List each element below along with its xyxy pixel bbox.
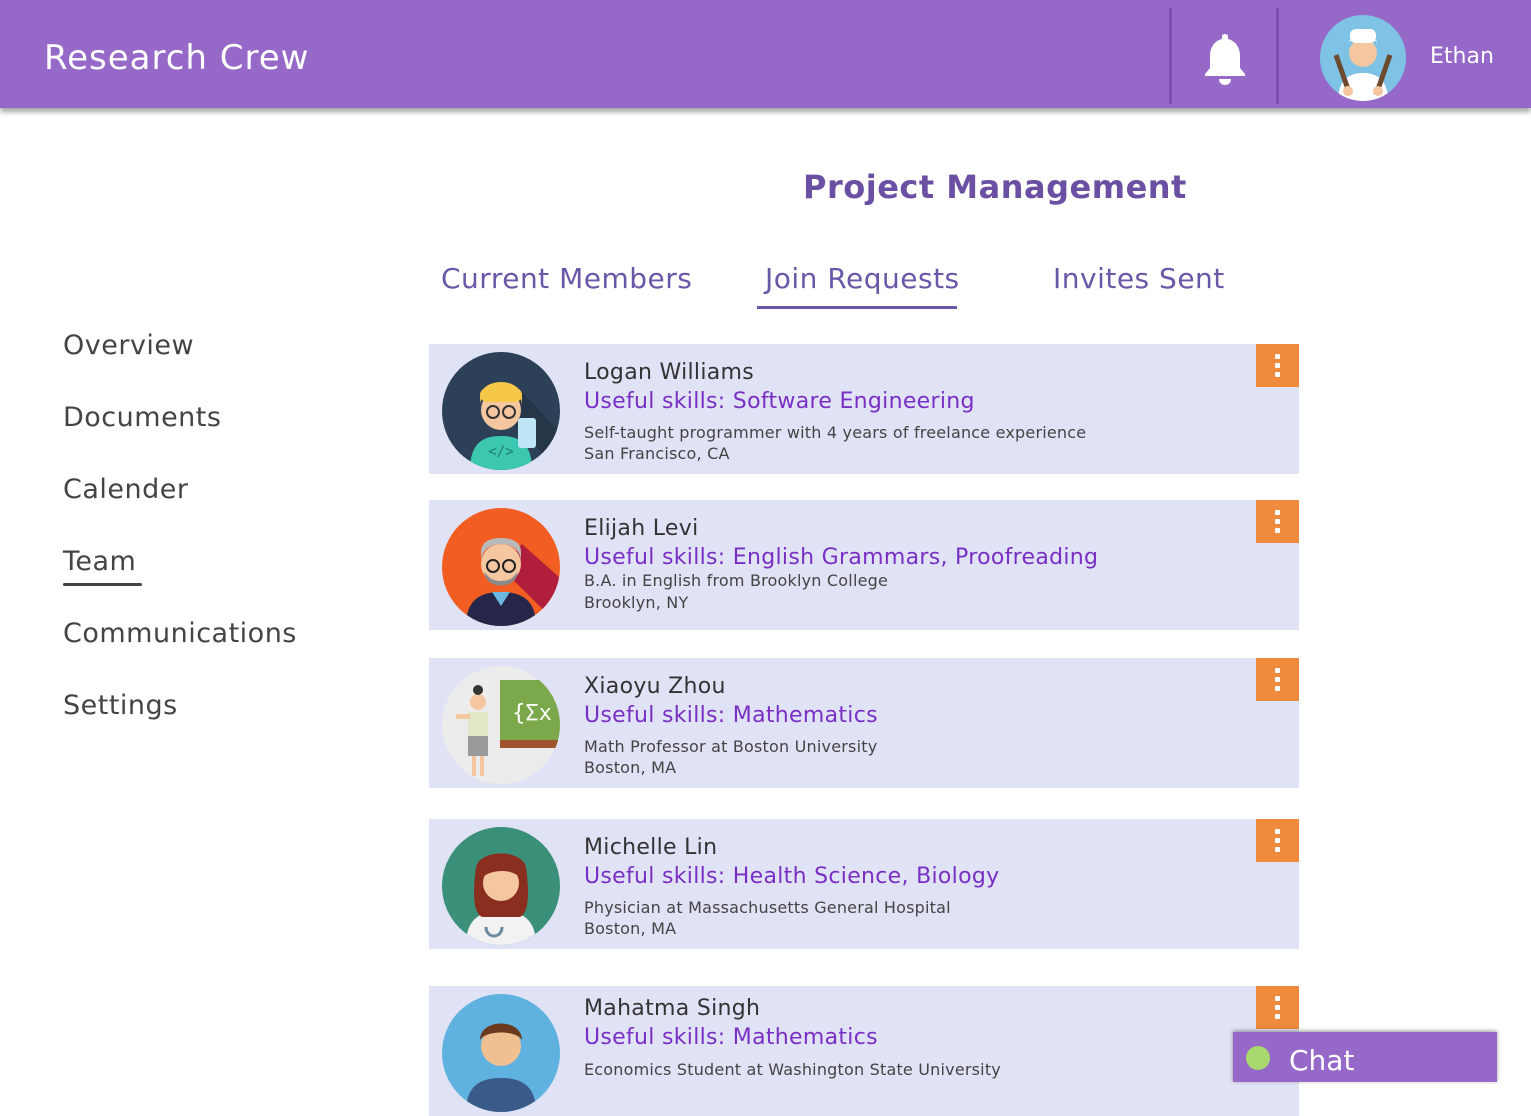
member-description: Math Professor at Boston University: [584, 737, 878, 756]
member-skills: Useful skills: Health Science, Biology: [584, 864, 1000, 889]
app-title: Research Crew: [44, 38, 310, 78]
more-vertical-icon[interactable]: [1256, 658, 1299, 701]
chat-button[interactable]: Chat: [1233, 1032, 1497, 1082]
svg-text:</>: </>: [488, 444, 513, 460]
top-header: Research Crew Ethan: [0, 0, 1531, 108]
online-status-icon: [1246, 1046, 1270, 1070]
bell-icon[interactable]: [1201, 30, 1249, 86]
more-vertical-icon[interactable]: [1256, 500, 1299, 543]
member-location: Boston, MA: [584, 758, 677, 777]
join-request-card: Michelle Lin Useful skills: Health Scien…: [429, 819, 1299, 949]
member-skills: Useful skills: Mathematics: [584, 1025, 878, 1050]
svg-text:{Σx: {Σx: [512, 701, 552, 726]
member-photo: [442, 827, 560, 945]
active-tab-indicator: [757, 306, 957, 309]
member-location: Brooklyn, NY: [584, 593, 689, 612]
member-name: Mahatma Singh: [584, 996, 761, 1021]
member-location: San Francisco, CA: [584, 444, 730, 463]
member-description: Self-taught programmer with 4 years of f…: [584, 423, 1087, 442]
more-vertical-icon[interactable]: [1256, 986, 1299, 1029]
member-skills: Useful skills: Software Engineering: [584, 389, 975, 414]
sidebar-item-overview[interactable]: Overview: [63, 330, 194, 361]
join-request-card: {Σx Xiaoyu Zhou Useful skills: Mathemati…: [429, 658, 1299, 788]
member-photo: [442, 508, 560, 626]
chat-label: Chat: [1289, 1044, 1355, 1077]
member-description: Economics Student at Washington State Un…: [584, 1060, 1001, 1079]
member-photo: {Σx: [442, 666, 560, 784]
member-name: Xiaoyu Zhou: [584, 674, 726, 699]
member-description: B.A. in English from Brooklyn College: [584, 571, 889, 590]
more-vertical-icon[interactable]: [1256, 344, 1299, 387]
join-request-card: Mahatma Singh Useful skills: Mathematics…: [429, 986, 1299, 1116]
member-description: Physician at Massachusetts General Hospi…: [584, 898, 951, 917]
sidebar-item-calender[interactable]: Calender: [63, 474, 188, 505]
user-avatar[interactable]: [1320, 15, 1406, 101]
header-divider: [1276, 8, 1279, 104]
sidebar-item-communications[interactable]: Communications: [63, 618, 297, 649]
more-vertical-icon[interactable]: [1256, 819, 1299, 862]
member-name: Elijah Levi: [584, 516, 699, 541]
sidebar-item-settings[interactable]: Settings: [63, 690, 178, 721]
member-location: Boston, MA: [584, 919, 677, 938]
member-skills: Useful skills: Mathematics: [584, 703, 878, 728]
join-request-card: </> Logan Williams Useful skills: Softwa…: [429, 344, 1299, 474]
member-name: Logan Williams: [584, 360, 755, 385]
sidebar-item-team[interactable]: Team: [63, 546, 136, 577]
sidebar-item-documents[interactable]: Documents: [63, 402, 221, 433]
tab-invites-sent[interactable]: Invites Sent: [1053, 262, 1225, 295]
member-name: Michelle Lin: [584, 835, 718, 860]
member-photo: </>: [442, 352, 560, 470]
active-nav-indicator: [63, 583, 142, 586]
tab-current-members[interactable]: Current Members: [441, 262, 692, 295]
join-request-card: Elijah Levi Useful skills: English Gramm…: [429, 500, 1299, 630]
page-title: Project Management: [803, 168, 1187, 206]
tab-join-requests[interactable]: Join Requests: [765, 262, 960, 295]
header-divider: [1169, 8, 1172, 104]
member-skills: Useful skills: English Grammars, Proofre…: [584, 545, 1099, 570]
user-name[interactable]: Ethan: [1430, 44, 1494, 69]
member-photo: [442, 994, 560, 1112]
